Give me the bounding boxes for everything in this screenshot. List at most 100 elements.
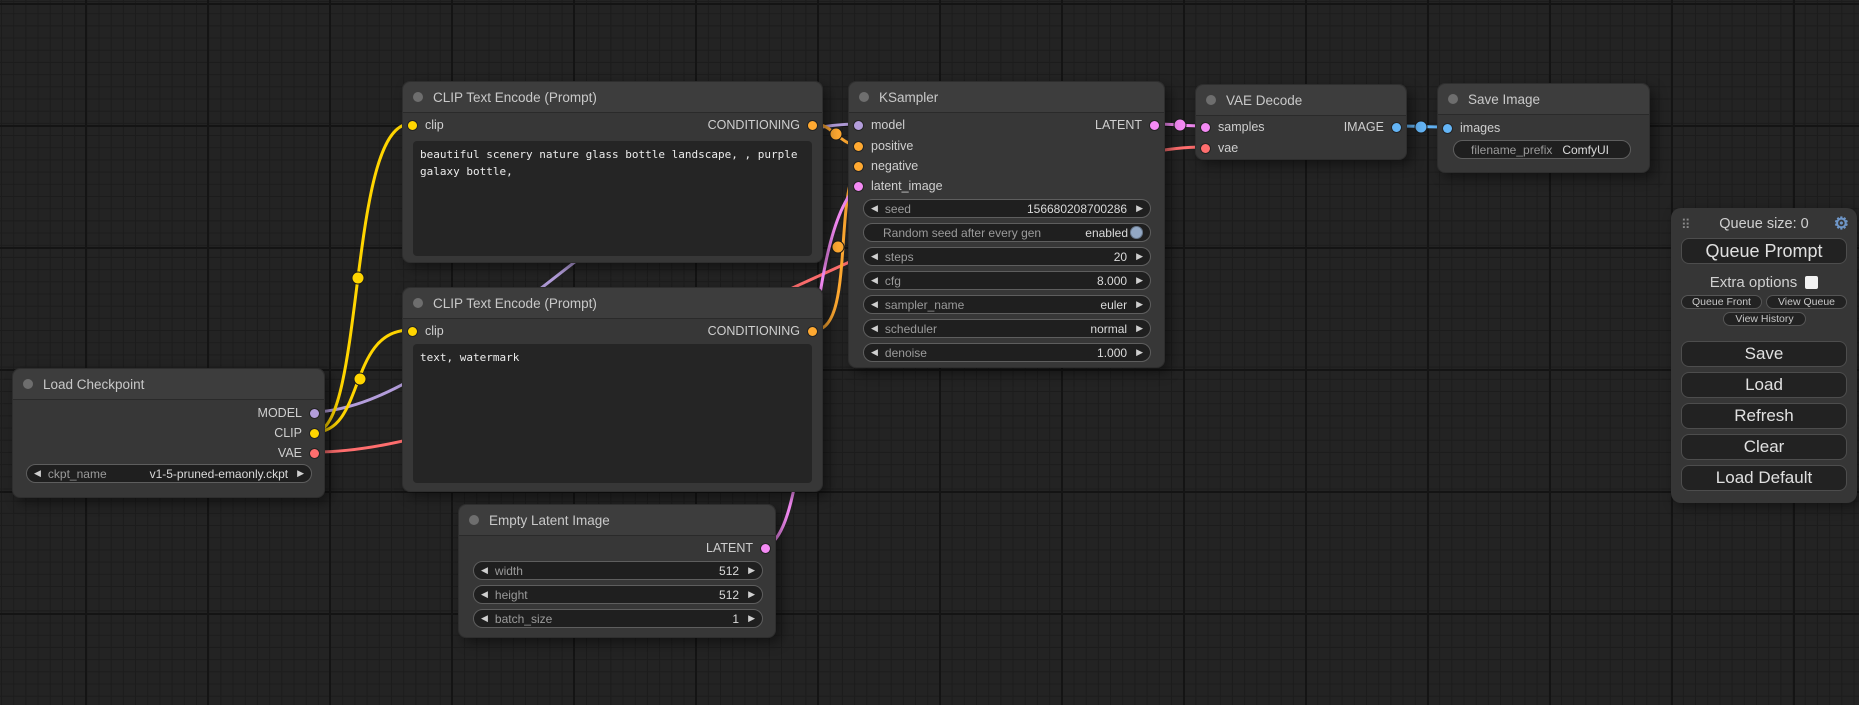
- increment-arrow-icon[interactable]: ▶: [748, 614, 755, 623]
- prompt-textarea[interactable]: beautiful scenery nature glass bottle la…: [413, 141, 812, 256]
- conditioning-port-icon[interactable]: [808, 121, 817, 130]
- node-ksampler[interactable]: KSampler model positive negative latent_…: [848, 81, 1165, 368]
- load-default-button[interactable]: Load Default: [1681, 465, 1847, 491]
- ckpt-name-widget[interactable]: ◀ ckpt_name v1-5-pruned-emaonly.ckpt ▶: [26, 464, 312, 483]
- output-slot-clip[interactable]: CLIP: [274, 425, 319, 441]
- clip-port-icon[interactable]: [408, 121, 417, 130]
- image-port-icon[interactable]: [1443, 124, 1452, 133]
- latent-port-icon[interactable]: [854, 182, 863, 191]
- input-slot-clip[interactable]: clip: [408, 117, 444, 133]
- node-title-bar[interactable]: Save Image: [1438, 84, 1649, 115]
- node-vae-decode[interactable]: VAE Decode samples vae IMAGE: [1195, 84, 1407, 160]
- decrement-arrow-icon[interactable]: ◀: [481, 566, 488, 575]
- random-seed-toggle-widget[interactable]: Random seed after every gen enabled: [863, 223, 1151, 242]
- input-slot-model[interactable]: model: [854, 117, 905, 133]
- model-port-icon[interactable]: [310, 409, 319, 418]
- node-save-image[interactable]: Save Image images filename_prefix ComfyU…: [1437, 83, 1650, 173]
- height-widget[interactable]: ◀ height 512 ▶: [473, 585, 763, 604]
- model-port-icon[interactable]: [854, 121, 863, 130]
- input-slot-samples[interactable]: samples: [1201, 119, 1265, 135]
- node-clip-encode-negative[interactable]: CLIP Text Encode (Prompt) clip CONDITION…: [402, 287, 823, 492]
- queue-front-button[interactable]: Queue Front: [1681, 295, 1762, 309]
- decrement-arrow-icon[interactable]: ◀: [871, 324, 878, 333]
- prompt-textarea[interactable]: text, watermark: [413, 344, 812, 483]
- collapse-dot-icon[interactable]: [469, 515, 479, 525]
- seed-widget[interactable]: ◀ seed 156680208700286 ▶: [863, 199, 1151, 218]
- cfg-widget[interactable]: ◀ cfg 8.000 ▶: [863, 271, 1151, 290]
- image-port-icon[interactable]: [1392, 123, 1401, 132]
- node-clip-encode-positive[interactable]: CLIP Text Encode (Prompt) clip CONDITION…: [402, 81, 823, 263]
- collapse-dot-icon[interactable]: [413, 92, 423, 102]
- collapse-dot-icon[interactable]: [1206, 95, 1216, 105]
- node-title-bar[interactable]: Empty Latent Image: [459, 505, 775, 536]
- increment-arrow-icon[interactable]: ▶: [1136, 252, 1143, 261]
- view-history-button[interactable]: View History: [1723, 312, 1806, 326]
- conditioning-port-icon[interactable]: [854, 142, 863, 151]
- node-title-bar[interactable]: Load Checkpoint: [13, 369, 324, 400]
- load-button[interactable]: Load: [1681, 372, 1847, 398]
- denoise-widget[interactable]: ◀ denoise 1.000 ▶: [863, 343, 1151, 362]
- increment-arrow-icon[interactable]: ▶: [748, 590, 755, 599]
- decrement-arrow-icon[interactable]: ◀: [481, 614, 488, 623]
- output-slot-conditioning[interactable]: CONDITIONING: [708, 323, 817, 339]
- output-slot-model[interactable]: MODEL: [258, 405, 319, 421]
- queue-prompt-button[interactable]: Queue Prompt: [1681, 238, 1847, 264]
- latent-port-icon[interactable]: [1201, 123, 1210, 132]
- input-slot-latent-image[interactable]: latent_image: [854, 178, 943, 194]
- increment-arrow-icon[interactable]: ▶: [297, 469, 304, 478]
- collapse-dot-icon[interactable]: [23, 379, 33, 389]
- latent-port-icon[interactable]: [1150, 121, 1159, 130]
- refresh-button[interactable]: Refresh: [1681, 403, 1847, 429]
- decrement-arrow-icon[interactable]: ◀: [871, 300, 878, 309]
- node-load-checkpoint[interactable]: Load Checkpoint MODEL CLIP VAE ◀ ckpt_na…: [12, 368, 325, 498]
- decrement-arrow-icon[interactable]: ◀: [871, 204, 878, 213]
- decrement-arrow-icon[interactable]: ◀: [871, 276, 878, 285]
- output-slot-conditioning[interactable]: CONDITIONING: [708, 117, 817, 133]
- increment-arrow-icon[interactable]: ▶: [1136, 324, 1143, 333]
- increment-arrow-icon[interactable]: ▶: [1136, 300, 1143, 309]
- increment-arrow-icon[interactable]: ▶: [1136, 204, 1143, 213]
- vae-port-icon[interactable]: [1201, 144, 1210, 153]
- conditioning-port-icon[interactable]: [854, 162, 863, 171]
- node-title-bar[interactable]: CLIP Text Encode (Prompt): [403, 288, 822, 319]
- sampler-name-widget[interactable]: ◀ sampler_name euler ▶: [863, 295, 1151, 314]
- toggle-knob-icon[interactable]: [1130, 226, 1143, 239]
- node-title-bar[interactable]: CLIP Text Encode (Prompt): [403, 82, 822, 113]
- gear-icon[interactable]: ⚙: [1834, 214, 1849, 234]
- clip-port-icon[interactable]: [408, 327, 417, 336]
- scheduler-widget[interactable]: ◀ scheduler normal ▶: [863, 319, 1151, 338]
- batch-size-widget[interactable]: ◀ batch_size 1 ▶: [473, 609, 763, 628]
- decrement-arrow-icon[interactable]: ◀: [871, 348, 878, 357]
- collapse-dot-icon[interactable]: [1448, 94, 1458, 104]
- output-slot-image[interactable]: IMAGE: [1344, 119, 1401, 135]
- output-slot-latent[interactable]: LATENT: [1095, 117, 1159, 133]
- decrement-arrow-icon[interactable]: ◀: [34, 469, 41, 478]
- save-button[interactable]: Save: [1681, 341, 1847, 367]
- node-title-bar[interactable]: KSampler: [849, 82, 1164, 113]
- latent-port-icon[interactable]: [761, 544, 770, 553]
- collapse-dot-icon[interactable]: [413, 298, 423, 308]
- node-empty-latent-image[interactable]: Empty Latent Image LATENT ◀ width 512 ▶ …: [458, 504, 776, 638]
- collapse-dot-icon[interactable]: [859, 92, 869, 102]
- filename-prefix-widget[interactable]: filename_prefix ComfyUI: [1453, 140, 1631, 159]
- clear-button[interactable]: Clear: [1681, 434, 1847, 460]
- input-slot-clip[interactable]: clip: [408, 323, 444, 339]
- output-slot-latent[interactable]: LATENT: [706, 540, 770, 556]
- input-slot-images[interactable]: images: [1443, 120, 1500, 136]
- input-slot-negative[interactable]: negative: [854, 158, 918, 174]
- node-title-bar[interactable]: VAE Decode: [1196, 85, 1406, 116]
- vae-port-icon[interactable]: [310, 449, 319, 458]
- input-slot-positive[interactable]: positive: [854, 138, 913, 154]
- extra-options-checkbox[interactable]: [1805, 276, 1818, 289]
- conditioning-port-icon[interactable]: [808, 327, 817, 336]
- decrement-arrow-icon[interactable]: ◀: [871, 252, 878, 261]
- steps-widget[interactable]: ◀ steps 20 ▶: [863, 247, 1151, 266]
- view-queue-button[interactable]: View Queue: [1766, 295, 1847, 309]
- clip-port-icon[interactable]: [310, 429, 319, 438]
- increment-arrow-icon[interactable]: ▶: [1136, 348, 1143, 357]
- decrement-arrow-icon[interactable]: ◀: [481, 590, 488, 599]
- input-slot-vae[interactable]: vae: [1201, 140, 1238, 156]
- width-widget[interactable]: ◀ width 512 ▶: [473, 561, 763, 580]
- output-slot-vae[interactable]: VAE: [278, 445, 319, 461]
- increment-arrow-icon[interactable]: ▶: [1136, 276, 1143, 285]
